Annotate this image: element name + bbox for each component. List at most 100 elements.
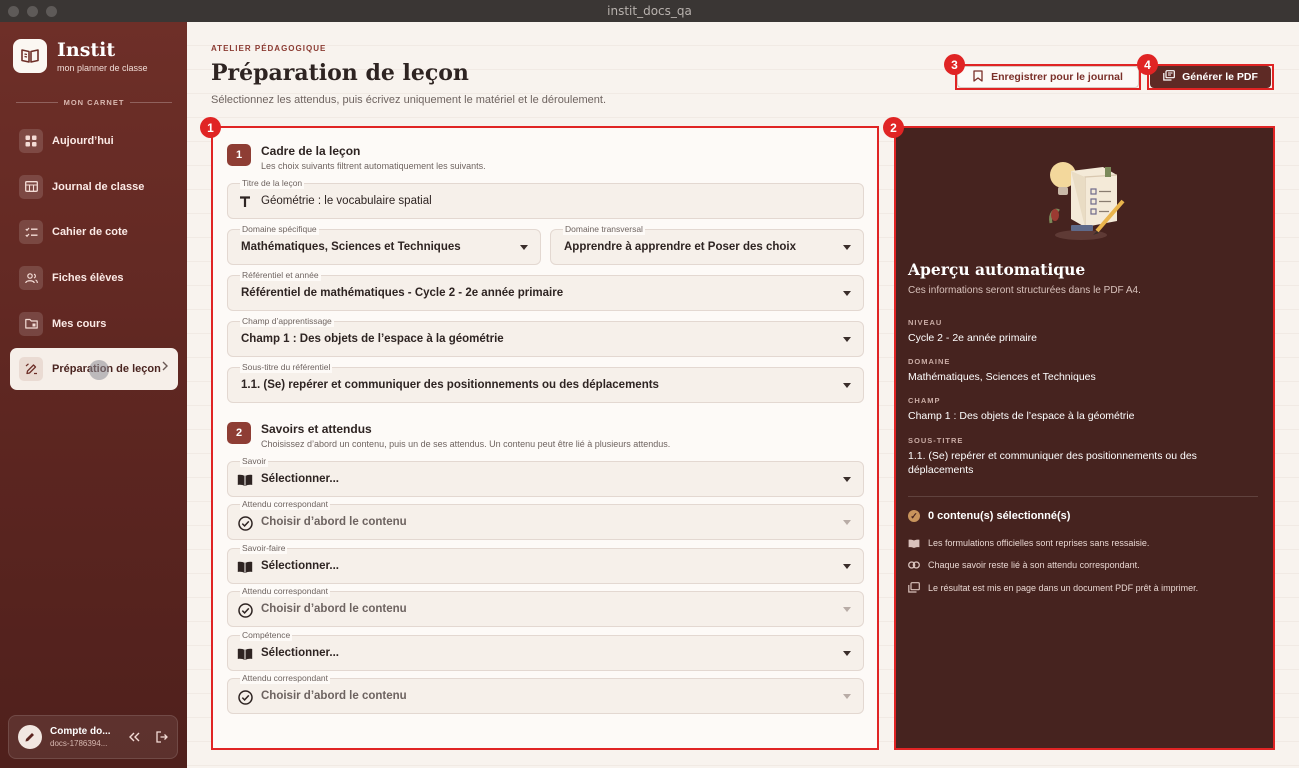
check-circle-icon	[236, 601, 254, 619]
minimize-window-button[interactable]	[27, 6, 38, 17]
preview-champ-value: Champ 1 : Des objets de l’espace à la gé…	[908, 410, 1135, 422]
preview-champ-label: CHAMP	[908, 396, 941, 405]
collapse-sidebar-icon[interactable]	[124, 727, 144, 747]
open-book-icon	[236, 471, 254, 489]
savoir-select[interactable]: Savoir Sélectionner...	[227, 455, 864, 497]
main-content: ATELIER PÉDAGOGIQUE Préparation de leçon…	[187, 22, 1299, 768]
domaine-specifique-select[interactable]: Domaine spécifique Mathématiques, Scienc…	[227, 223, 541, 265]
sidebar-item-label: Mes cours	[52, 317, 107, 330]
referentiel-select[interactable]: Référentiel et année Référentiel de math…	[227, 269, 864, 311]
preview-niveau-value: Cycle 2 - 2e année primaire	[908, 332, 1037, 344]
preview-note: Les formulations officielles sont repris…	[908, 538, 1149, 548]
account-panel: Compte do... docs-1786394...	[8, 715, 178, 759]
preview-divider	[908, 496, 1258, 497]
savoir-faire-select[interactable]: Savoir-faire Sélectionner...	[227, 542, 864, 584]
sidebar-item-label: Aujourd’hui	[52, 135, 114, 147]
lightbulb-notebook-illustration-icon	[1041, 153, 1131, 243]
save-to-journal-button[interactable]: Enregistrer pour le journal	[957, 66, 1139, 88]
account-id: docs-1786394...	[50, 739, 108, 748]
preview-niveau-label: NIVEAU	[908, 318, 943, 327]
step-title: Cadre de la leçon	[261, 144, 361, 158]
bookmark-icon	[973, 69, 983, 85]
step-number: 2	[227, 422, 251, 444]
preview-title: Aperçu automatique	[908, 260, 1086, 279]
selected-count: ✓ 0 contenu(s) sélectionné(s)	[908, 510, 1070, 522]
mouse-cursor	[89, 360, 109, 381]
chevron-down-icon	[843, 651, 851, 656]
chevron-down-icon	[843, 520, 851, 525]
page-subtitle: Sélectionnez les attendus, puis écrivez …	[211, 94, 607, 106]
step-number: 1	[227, 144, 251, 166]
brand-name: Instit	[57, 39, 116, 61]
chevron-down-icon	[843, 607, 851, 612]
page-kicker: ATELIER PÉDAGOGIQUE	[211, 44, 327, 53]
sidebar-item-journal[interactable]: Journal de classe	[10, 166, 178, 208]
link-icon	[908, 561, 920, 569]
pencil-avatar-icon[interactable]	[18, 725, 42, 749]
step-description: Choisissez d’abord un contenu, puis un d…	[261, 439, 671, 449]
step-savoirs: 2 Savoirs et attendus Choisissez d’abord…	[227, 422, 670, 449]
copy-document-icon	[1163, 70, 1175, 84]
copy-document-icon	[908, 582, 920, 593]
brand[interactable]: Instit mon planner de classe	[13, 39, 148, 73]
sidebar-item-cahier-de-cote[interactable]: Cahier de cote	[10, 211, 178, 253]
preview-sous-titre-value: 1.1. (Se) repérer et communiquer des pos…	[908, 450, 1197, 476]
preview-note: Chaque savoir reste lié à son attendu co…	[908, 560, 1140, 570]
step-cadre: 1 Cadre de la leçon Les choix suivants f…	[227, 144, 486, 171]
preview-sous-titre-label: SOUS-TITRE	[908, 436, 964, 445]
book-logo-icon	[13, 39, 47, 73]
preview-note: Le résultat est mis en page dans un docu…	[908, 582, 1198, 593]
sidebar-item-label: Fiches élèves	[52, 272, 124, 285]
grid-icon	[19, 129, 43, 153]
account-name: Compte do...	[50, 726, 111, 737]
users-icon	[19, 266, 43, 291]
chevron-down-icon	[843, 564, 851, 569]
sidebar-nav: Aujourd’hui Journal de classe Cahier de …	[10, 120, 178, 394]
sidebar-item-label: Journal de classe	[52, 180, 145, 193]
brand-subtitle: mon planner de classe	[57, 63, 148, 73]
page-title: Préparation de leçon	[211, 60, 469, 86]
annotation-badge-4: 4	[1137, 54, 1158, 75]
annotation-badge-2: 2	[883, 117, 904, 138]
annotation-badge-1: 1	[200, 117, 221, 138]
sidebar-item-preparation-de-lecon[interactable]: Préparation de leçon	[10, 348, 178, 391]
chevron-down-icon	[843, 694, 851, 699]
competence-select[interactable]: Compétence Sélectionner...	[227, 629, 864, 671]
sous-titre-select[interactable]: Sous-titre du référentiel 1.1. (Se) repé…	[227, 361, 864, 403]
lesson-title-field[interactable]: Titre de la leçon Géométrie : le vocabul…	[227, 177, 864, 219]
champ-select[interactable]: Champ d’apprentissage Champ 1 : Des obje…	[227, 315, 864, 357]
chevron-right-icon	[162, 361, 168, 374]
preview-domaine-value: Mathématiques, Sciences et Techniques	[908, 371, 1096, 383]
maximize-window-button[interactable]	[46, 6, 57, 17]
open-book-icon	[236, 645, 254, 663]
sidebar-item-mes-cours[interactable]: Mes cours	[10, 303, 178, 345]
attendu-select-1[interactable]: Attendu correspondant Choisir d’abord le…	[227, 498, 864, 540]
check-circle-icon	[236, 514, 254, 532]
attendu-select-3[interactable]: Attendu correspondant Choisir d’abord le…	[227, 672, 864, 714]
chevron-down-icon	[843, 477, 851, 482]
domaine-transversal-select[interactable]: Domaine transversal Apprendre à apprendr…	[550, 223, 864, 265]
open-book-icon	[908, 539, 920, 548]
window-controls[interactable]	[8, 6, 57, 17]
lesson-title-value: Géométrie : le vocabulaire spatial	[261, 195, 432, 207]
sidebar-section-label: MON CARNET	[16, 98, 172, 107]
annotation-badge-3: 3	[944, 54, 965, 75]
lesson-form-card: 1 Cadre de la leçon Les choix suivants f…	[213, 128, 877, 748]
table-icon	[19, 174, 43, 199]
generate-pdf-button[interactable]: Générer le PDF	[1150, 66, 1271, 88]
sidebar-item-aujourdhui[interactable]: Aujourd’hui	[10, 120, 178, 162]
sidebar-item-fiches-eleves[interactable]: Fiches élèves	[10, 257, 178, 299]
chevron-down-icon	[843, 245, 851, 250]
folder-icon	[19, 311, 43, 336]
attendu-select-2[interactable]: Attendu correspondant Choisir d’abord le…	[227, 585, 864, 627]
window-titlebar: instit_docs_qa	[0, 0, 1299, 22]
check-dot-icon: ✓	[908, 510, 920, 522]
chevron-down-icon	[843, 337, 851, 342]
checklist-icon	[19, 220, 43, 245]
preview-domaine-label: DOMAINE	[908, 357, 951, 366]
close-window-button[interactable]	[8, 6, 19, 17]
open-book-icon	[236, 558, 254, 576]
logout-icon[interactable]	[152, 727, 172, 747]
edit-icon	[19, 357, 43, 382]
step-title: Savoirs et attendus	[261, 422, 372, 436]
